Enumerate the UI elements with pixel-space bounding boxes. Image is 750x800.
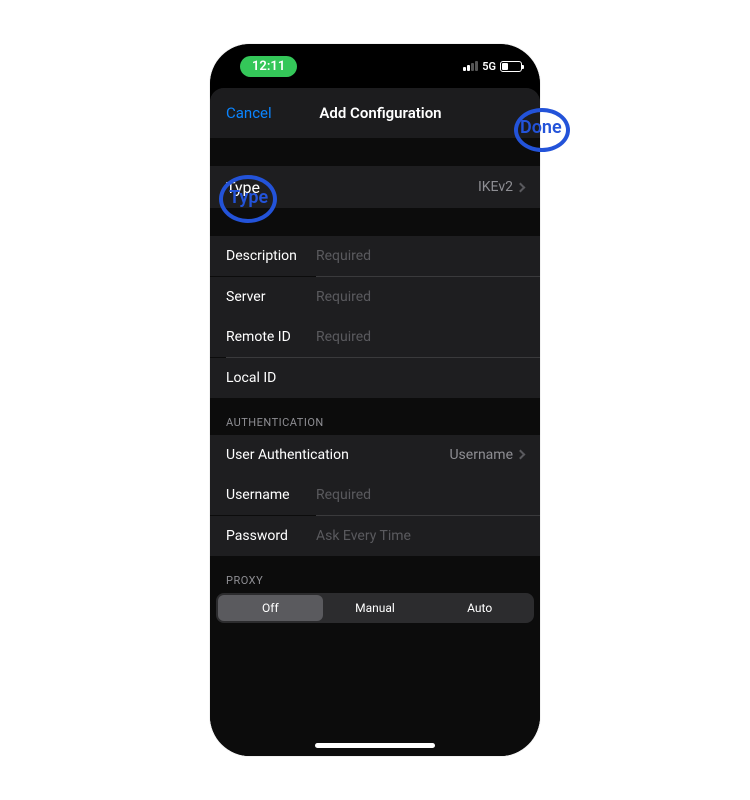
- server-input[interactable]: [316, 289, 524, 305]
- password-row[interactable]: Password: [210, 516, 540, 556]
- username-input[interactable]: [316, 487, 524, 503]
- server-row[interactable]: Server: [210, 277, 540, 317]
- phone-frame: 12:11 5G Cancel Add Configuration Done T…: [210, 44, 540, 756]
- user-authentication-row[interactable]: User Authentication Username: [210, 435, 540, 475]
- proxy-segment-auto[interactable]: Auto: [427, 595, 532, 621]
- proxy-segment-manual[interactable]: Manual: [323, 595, 428, 621]
- type-value: IKEv2: [478, 179, 524, 195]
- authentication-header: AUTHENTICATION: [210, 398, 540, 435]
- password-input[interactable]: [316, 528, 524, 544]
- username-label: Username: [226, 487, 316, 503]
- user-authentication-value: Username: [449, 447, 524, 463]
- local-id-row[interactable]: Local ID: [210, 358, 540, 398]
- modal-sheet: Cancel Add Configuration Done Type IKEv2…: [210, 88, 540, 756]
- chevron-right-icon: [516, 450, 526, 460]
- form-content: Type IKEv2 Description Server: [210, 138, 540, 756]
- status-right: 5G: [463, 60, 522, 73]
- server-label: Server: [226, 289, 316, 305]
- description-row[interactable]: Description: [210, 236, 540, 276]
- chevron-right-icon: [516, 182, 526, 192]
- cellular-signal-icon: [463, 61, 478, 71]
- proxy-segment-off[interactable]: Off: [218, 595, 323, 621]
- battery-icon: [500, 61, 522, 72]
- description-label: Description: [226, 248, 316, 264]
- type-label: Type: [226, 178, 316, 197]
- status-time: 12:11: [240, 56, 297, 77]
- remote-id-row[interactable]: Remote ID: [210, 317, 540, 357]
- proxy-header: PROXY: [210, 556, 540, 593]
- network-label: 5G: [482, 60, 496, 73]
- username-row[interactable]: Username: [210, 475, 540, 515]
- local-id-label: Local ID: [226, 370, 316, 386]
- navigation-bar: Cancel Add Configuration Done: [210, 88, 540, 138]
- home-indicator[interactable]: [315, 743, 435, 748]
- type-row[interactable]: Type IKEv2: [210, 166, 540, 208]
- cancel-button[interactable]: Cancel: [226, 104, 272, 122]
- remote-id-label: Remote ID: [226, 329, 316, 345]
- description-input[interactable]: [316, 248, 524, 264]
- remote-id-input[interactable]: [316, 329, 524, 345]
- status-bar: 12:11 5G: [210, 44, 540, 88]
- proxy-segmented-control[interactable]: Off Manual Auto: [216, 593, 534, 623]
- password-label: Password: [226, 528, 316, 544]
- page-title: Add Configuration: [319, 104, 441, 122]
- user-authentication-label: User Authentication: [226, 447, 349, 463]
- local-id-input[interactable]: [316, 370, 524, 386]
